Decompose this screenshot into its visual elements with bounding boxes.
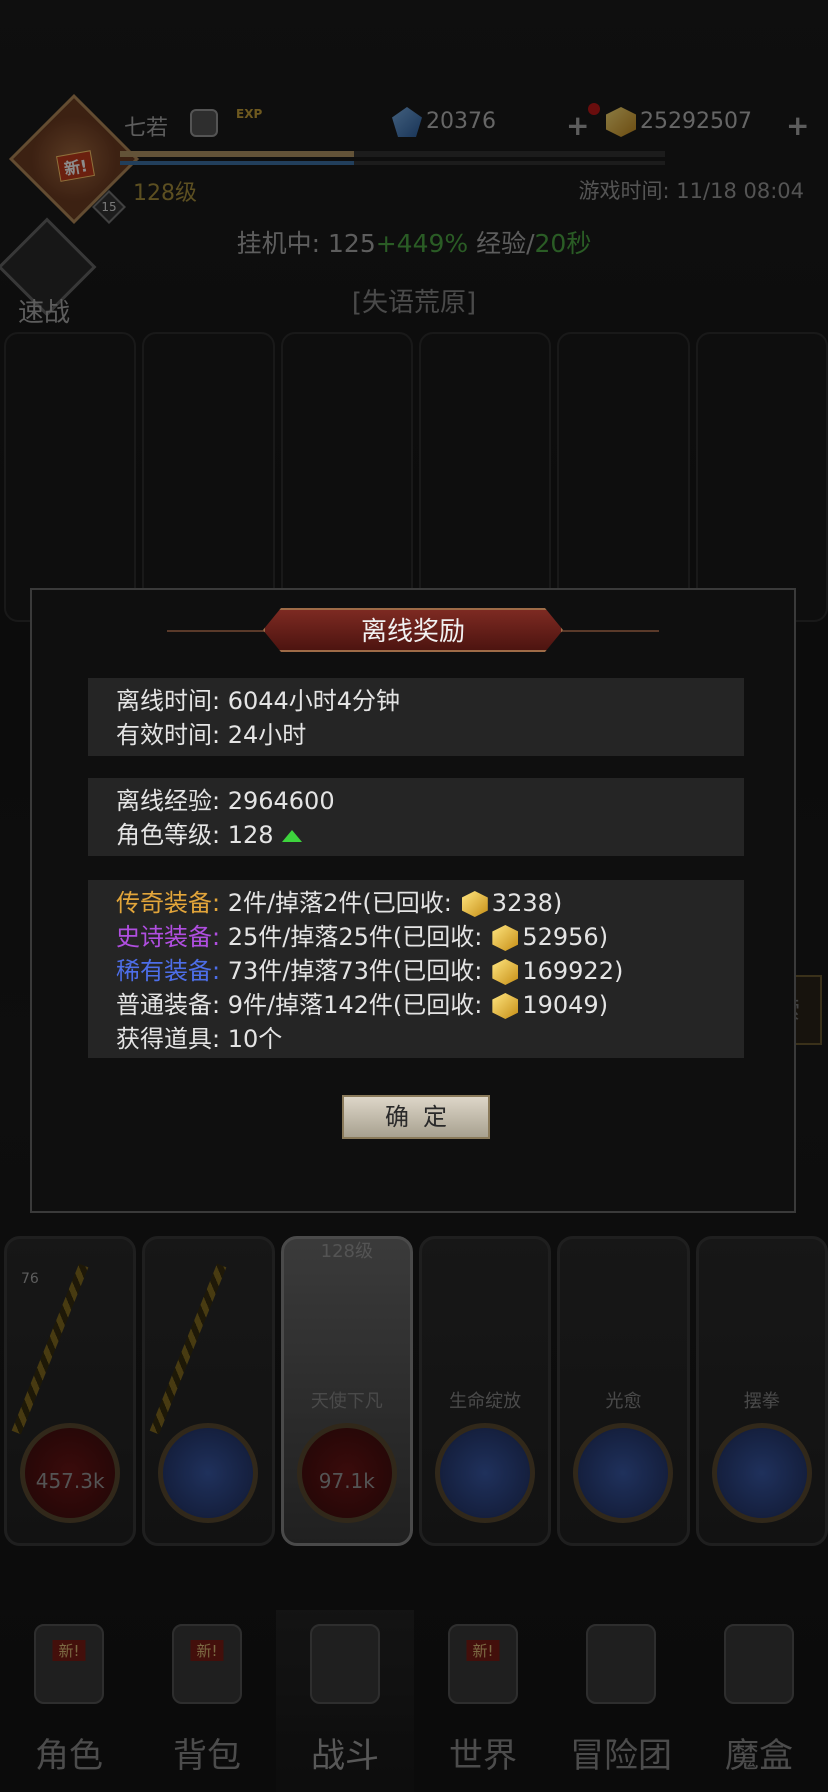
gold-coin-icon [492, 993, 519, 1019]
items-obtained: 获得道具: 10个 [116, 1025, 283, 1053]
dialog-header: 离线奖励 [32, 608, 794, 652]
level-up-arrow-icon [281, 830, 302, 842]
role-level: 角色等级: 128 [116, 821, 274, 849]
common-row: 普通装备: 9件/掉落142件(已回收: 19049) [116, 991, 609, 1019]
offline-time: 离线时间: 6044小时4分钟 [116, 687, 401, 715]
gold-coin-icon [492, 959, 519, 985]
equipment-panel: 传奇装备: 2件/掉落2件(已回收: 3238) 史诗装备: 25件/掉落25件(… [88, 880, 744, 1058]
offline-exp: 离线经验: 2964600 [116, 787, 335, 815]
gold-coin-icon [461, 891, 488, 917]
legendary-row: 传奇装备: 2件/掉落2件(已回收: 3238) [116, 889, 563, 917]
epic-row: 史诗装备: 25件/掉落25件(已回收: 52956) [116, 923, 609, 951]
rare-row: 稀有装备: 73件/掉落73件(已回收: 169922) [116, 957, 624, 985]
offline-time-panel: 离线时间: 6044小时4分钟 有效时间: 24小时 [88, 678, 744, 756]
confirm-button[interactable]: 确定 [342, 1095, 490, 1139]
role-level-row: 角色等级: 128 [116, 818, 716, 852]
gold-coin-icon [492, 925, 519, 951]
offline-reward-dialog: 离线奖励 离线时间: 6044小时4分钟 有效时间: 24小时 离线经验: 29… [30, 588, 796, 1213]
effective-time: 有效时间: 24小时 [116, 721, 307, 749]
dialog-title: 离线奖励 [262, 608, 563, 652]
exp-panel: 离线经验: 2964600 角色等级: 128 [88, 778, 744, 856]
